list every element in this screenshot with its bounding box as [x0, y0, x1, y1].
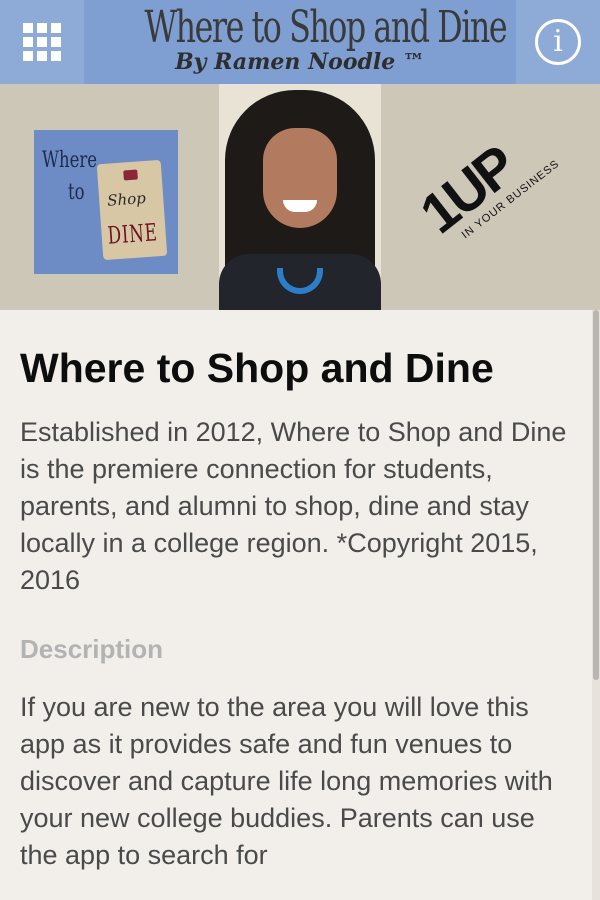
menu-button[interactable]: [0, 0, 84, 84]
logo-shop-text: Shop: [106, 189, 147, 210]
intro-text: Established in 2012, Where to Shop and D…: [20, 417, 567, 595]
main-content[interactable]: Where to Shop and Dine Established in 20…: [0, 310, 592, 900]
scrollbar-thumb[interactable]: [593, 310, 599, 680]
grid-icon: [23, 23, 61, 61]
info-glyph: i: [553, 24, 563, 59]
price-tag-icon: Shop DINE: [96, 159, 168, 261]
1up-logo: 1UP IN YOUR BUSINESS: [409, 113, 589, 286]
app-header: Where to Shop and Dine By Ramen Noodle ™…: [0, 0, 600, 84]
info-button[interactable]: i: [516, 0, 600, 84]
scrollbar[interactable]: [592, 310, 600, 900]
shop-dine-logo: Where to Shop DINE: [34, 130, 178, 274]
portrait-face: [263, 128, 337, 228]
portrait-photo: [219, 84, 381, 310]
app-title: Where to Shop and Dine: [144, 2, 507, 53]
info-icon: i: [535, 19, 581, 65]
description-heading: Description: [20, 634, 164, 664]
logo-to-text: to: [68, 180, 85, 205]
logo-dine-text: DINE: [106, 218, 159, 250]
header-title-area: Where to Shop and Dine By Ramen Noodle ™: [84, 0, 516, 84]
description-body: If you are new to the area you will love…: [20, 692, 553, 870]
banner-image: Where to Shop DINE 1UP IN YOUR BUSINESS: [0, 84, 600, 310]
logo-where-text: Where: [42, 148, 98, 173]
tag-hole: [123, 169, 138, 181]
page-title: Where to Shop and Dine: [20, 345, 494, 391]
